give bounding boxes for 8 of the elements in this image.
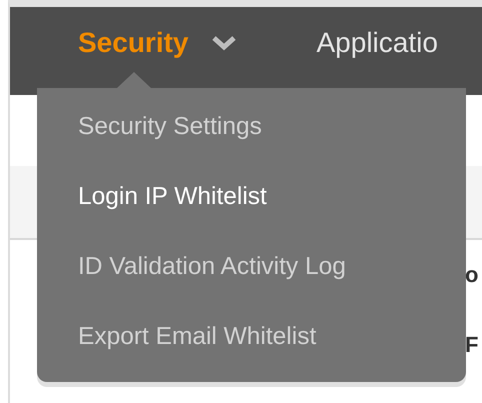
row-text: F	[465, 332, 478, 358]
menu-item[interactable]: Export Email Whitelist	[37, 302, 466, 372]
menu-item[interactable]: ID Validation Activity Log	[37, 232, 466, 302]
nav-tab[interactable]: Security	[78, 27, 236, 59]
menu-item[interactable]: Login IP Whitelist	[37, 162, 466, 232]
row-text: o	[465, 262, 478, 288]
menu-item[interactable]: Security Settings	[37, 92, 466, 162]
nav-tab[interactable]: Applicatio	[316, 27, 438, 59]
